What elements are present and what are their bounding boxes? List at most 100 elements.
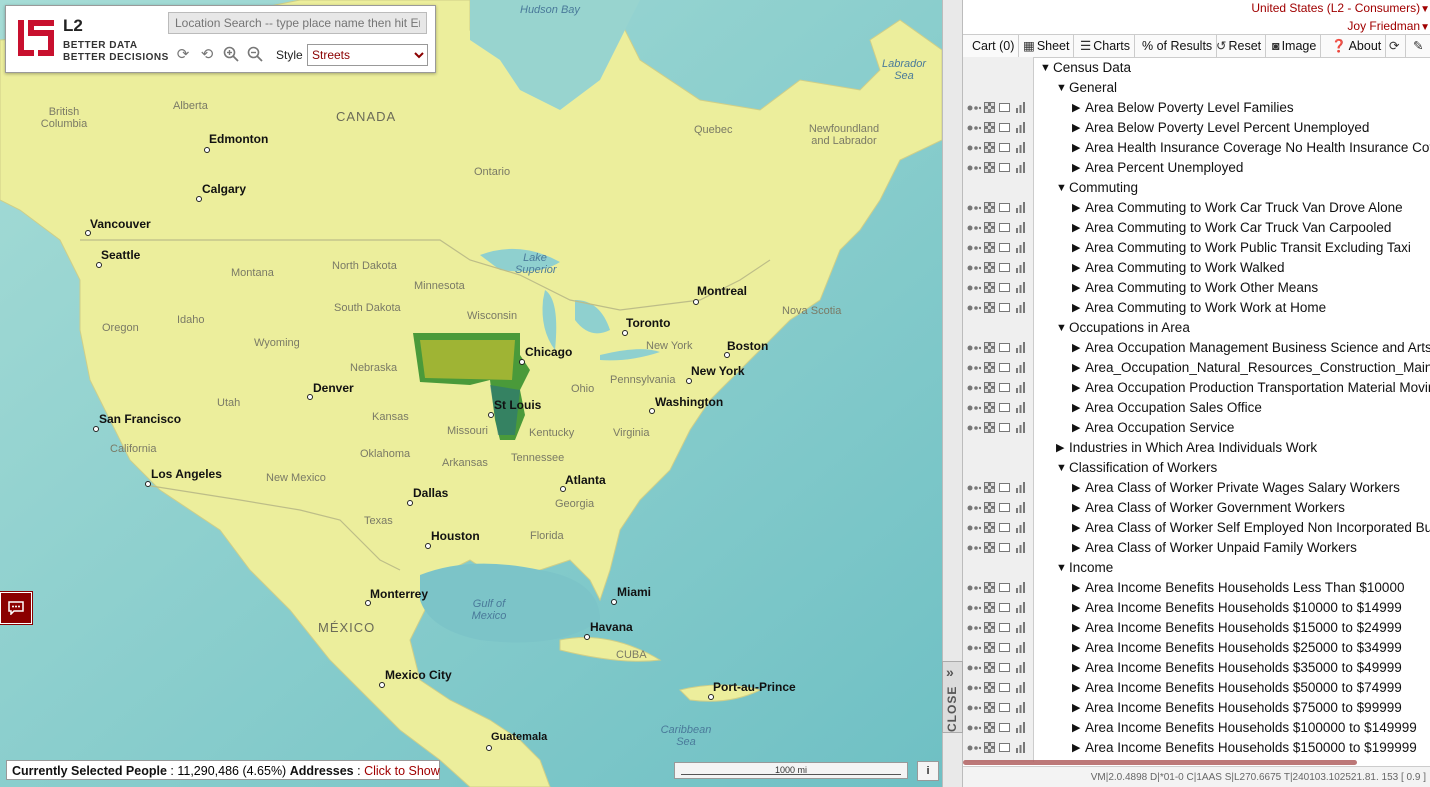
checker-grid-icon[interactable] <box>984 542 995 553</box>
select-box-icon[interactable] <box>999 283 1010 292</box>
image-button[interactable]: ◙ Image <box>1268 35 1322 57</box>
bar-chart-icon[interactable] <box>1015 282 1027 293</box>
collapsed-triangle-icon[interactable]: ▶ <box>1072 238 1080 258</box>
checker-grid-icon[interactable] <box>984 202 995 213</box>
tree-row[interactable]: ▶ Area Class of Worker Unpaid Family Work… <box>963 538 1430 558</box>
tree-row[interactable]: ▶ Area Income Benefits Households $100000… <box>963 718 1430 738</box>
tree-row[interactable]: ▼ Census Data <box>963 58 1430 78</box>
zoom-out-icon[interactable] <box>246 46 264 64</box>
expanded-triangle-icon[interactable]: ▼ <box>1056 78 1067 98</box>
select-box-icon[interactable] <box>999 383 1010 392</box>
zoom-in-icon[interactable] <box>222 46 240 64</box>
city-marker[interactable] <box>519 359 525 365</box>
charts-button[interactable]: ☰ Charts <box>1076 35 1136 57</box>
tree-row[interactable]: ▶ Area Occupation Production Transportati… <box>963 378 1430 398</box>
tree-row[interactable]: ▼ Commuting <box>963 178 1430 198</box>
filter-dots-icon[interactable] <box>967 384 981 392</box>
bar-chart-icon[interactable] <box>1015 622 1027 633</box>
checker-grid-icon[interactable] <box>984 742 995 753</box>
collapsed-triangle-icon[interactable]: ▶ <box>1072 718 1080 738</box>
city-marker[interactable] <box>407 500 413 506</box>
expanded-triangle-icon[interactable]: ▼ <box>1056 318 1067 338</box>
bar-chart-icon[interactable] <box>1015 582 1027 593</box>
city-marker[interactable] <box>93 426 99 432</box>
collapsed-triangle-icon[interactable]: ▶ <box>1072 538 1080 558</box>
reset-button[interactable]: ↺ Reset <box>1212 35 1267 57</box>
select-box-icon[interactable] <box>999 623 1010 632</box>
city-marker[interactable] <box>204 147 210 153</box>
city-marker[interactable] <box>196 196 202 202</box>
city-marker[interactable] <box>379 682 385 688</box>
tree-row[interactable]: ▶ Area Class of Worker Private Wages Sala… <box>963 478 1430 498</box>
select-box-icon[interactable] <box>999 483 1010 492</box>
filter-dots-icon[interactable] <box>967 304 981 312</box>
tree-row[interactable]: ▶ Area Health Insurance Coverage No Healt… <box>963 138 1430 158</box>
filter-dots-icon[interactable] <box>967 244 981 252</box>
city-marker[interactable] <box>584 634 590 640</box>
collapsed-triangle-icon[interactable]: ▶ <box>1056 438 1064 458</box>
tree-row[interactable]: ▶ Area Commuting to Work Walked <box>963 258 1430 278</box>
collapsed-triangle-icon[interactable]: ▶ <box>1072 98 1080 118</box>
checker-grid-icon[interactable] <box>984 722 995 733</box>
collapsed-triangle-icon[interactable]: ▶ <box>1072 398 1080 418</box>
filter-dots-icon[interactable] <box>967 504 981 512</box>
collapsed-triangle-icon[interactable]: ▶ <box>1072 298 1080 318</box>
tree-row[interactable]: ▶ Area Commuting to Work Public Transit E… <box>963 238 1430 258</box>
filter-dots-icon[interactable] <box>967 284 981 292</box>
checker-grid-icon[interactable] <box>984 162 995 173</box>
tree-row[interactable]: ▶ Area Class of Worker Government Workers <box>963 498 1430 518</box>
select-box-icon[interactable] <box>999 663 1010 672</box>
city-marker[interactable] <box>708 694 714 700</box>
map-canvas[interactable]: CANADA MÉXICO Hudson Bay Labrador Sea La… <box>0 0 942 787</box>
checker-grid-icon[interactable] <box>984 282 995 293</box>
filter-dots-icon[interactable] <box>967 664 981 672</box>
bar-chart-icon[interactable] <box>1015 422 1027 433</box>
select-box-icon[interactable] <box>999 743 1010 752</box>
bar-chart-icon[interactable] <box>1015 642 1027 653</box>
close-panel-tab[interactable]: » CLOSE <box>942 661 963 733</box>
filter-dots-icon[interactable] <box>967 624 981 632</box>
checker-grid-icon[interactable] <box>984 422 995 433</box>
sheet-button[interactable]: ▦ Sheet <box>1019 35 1075 57</box>
filter-dots-icon[interactable] <box>967 484 981 492</box>
map-info-button[interactable]: i <box>917 761 939 781</box>
tree-row[interactable]: ▼ Occupations in Area <box>963 318 1430 338</box>
checker-grid-icon[interactable] <box>984 222 995 233</box>
checker-grid-icon[interactable] <box>984 662 995 673</box>
select-box-icon[interactable] <box>999 223 1010 232</box>
filter-dots-icon[interactable] <box>967 344 981 352</box>
select-box-icon[interactable] <box>999 643 1010 652</box>
rotate-ccw-icon[interactable]: ⟲ <box>198 46 216 64</box>
select-box-icon[interactable] <box>999 363 1010 372</box>
expanded-triangle-icon[interactable]: ▼ <box>1040 58 1051 78</box>
filter-dots-icon[interactable] <box>967 524 981 532</box>
collapsed-triangle-icon[interactable]: ▶ <box>1072 618 1080 638</box>
map-style-select[interactable]: Streets <box>307 44 428 66</box>
tree-row[interactable]: ▶ Area Income Benefits Households $50000 … <box>963 678 1430 698</box>
bar-chart-icon[interactable] <box>1015 302 1027 313</box>
bar-chart-icon[interactable] <box>1015 662 1027 673</box>
tree-row[interactable]: ▶ Area Commuting to Work Car Truck Van Ca… <box>963 218 1430 238</box>
select-box-icon[interactable] <box>999 143 1010 152</box>
checker-grid-icon[interactable] <box>984 642 995 653</box>
tree-row[interactable]: ▶ Area Income Benefits Households $15000 … <box>963 618 1430 638</box>
bar-chart-icon[interactable] <box>1015 482 1027 493</box>
select-box-icon[interactable] <box>999 263 1010 272</box>
tree-row[interactable]: ▶ Area Income Benefits Households $150000… <box>963 738 1430 758</box>
tree-row[interactable]: ▶ Area Below Poverty Level Percent Unempl… <box>963 118 1430 138</box>
bar-chart-icon[interactable] <box>1015 342 1027 353</box>
tree-row[interactable]: ▶ Area Commuting to Work Work at Home <box>963 298 1430 318</box>
select-box-icon[interactable] <box>999 303 1010 312</box>
collapsed-triangle-icon[interactable]: ▶ <box>1072 578 1080 598</box>
checker-grid-icon[interactable] <box>984 402 995 413</box>
collapsed-triangle-icon[interactable]: ▶ <box>1072 358 1080 378</box>
filter-dots-icon[interactable] <box>967 404 981 412</box>
filter-dots-icon[interactable] <box>967 424 981 432</box>
checker-grid-icon[interactable] <box>984 482 995 493</box>
city-marker[interactable] <box>488 412 494 418</box>
bar-chart-icon[interactable] <box>1015 222 1027 233</box>
collapsed-triangle-icon[interactable]: ▶ <box>1072 518 1080 538</box>
city-marker[interactable] <box>686 378 692 384</box>
tree-row[interactable]: ▶ Area Class of Worker Self Employed Non … <box>963 518 1430 538</box>
checker-grid-icon[interactable] <box>984 242 995 253</box>
